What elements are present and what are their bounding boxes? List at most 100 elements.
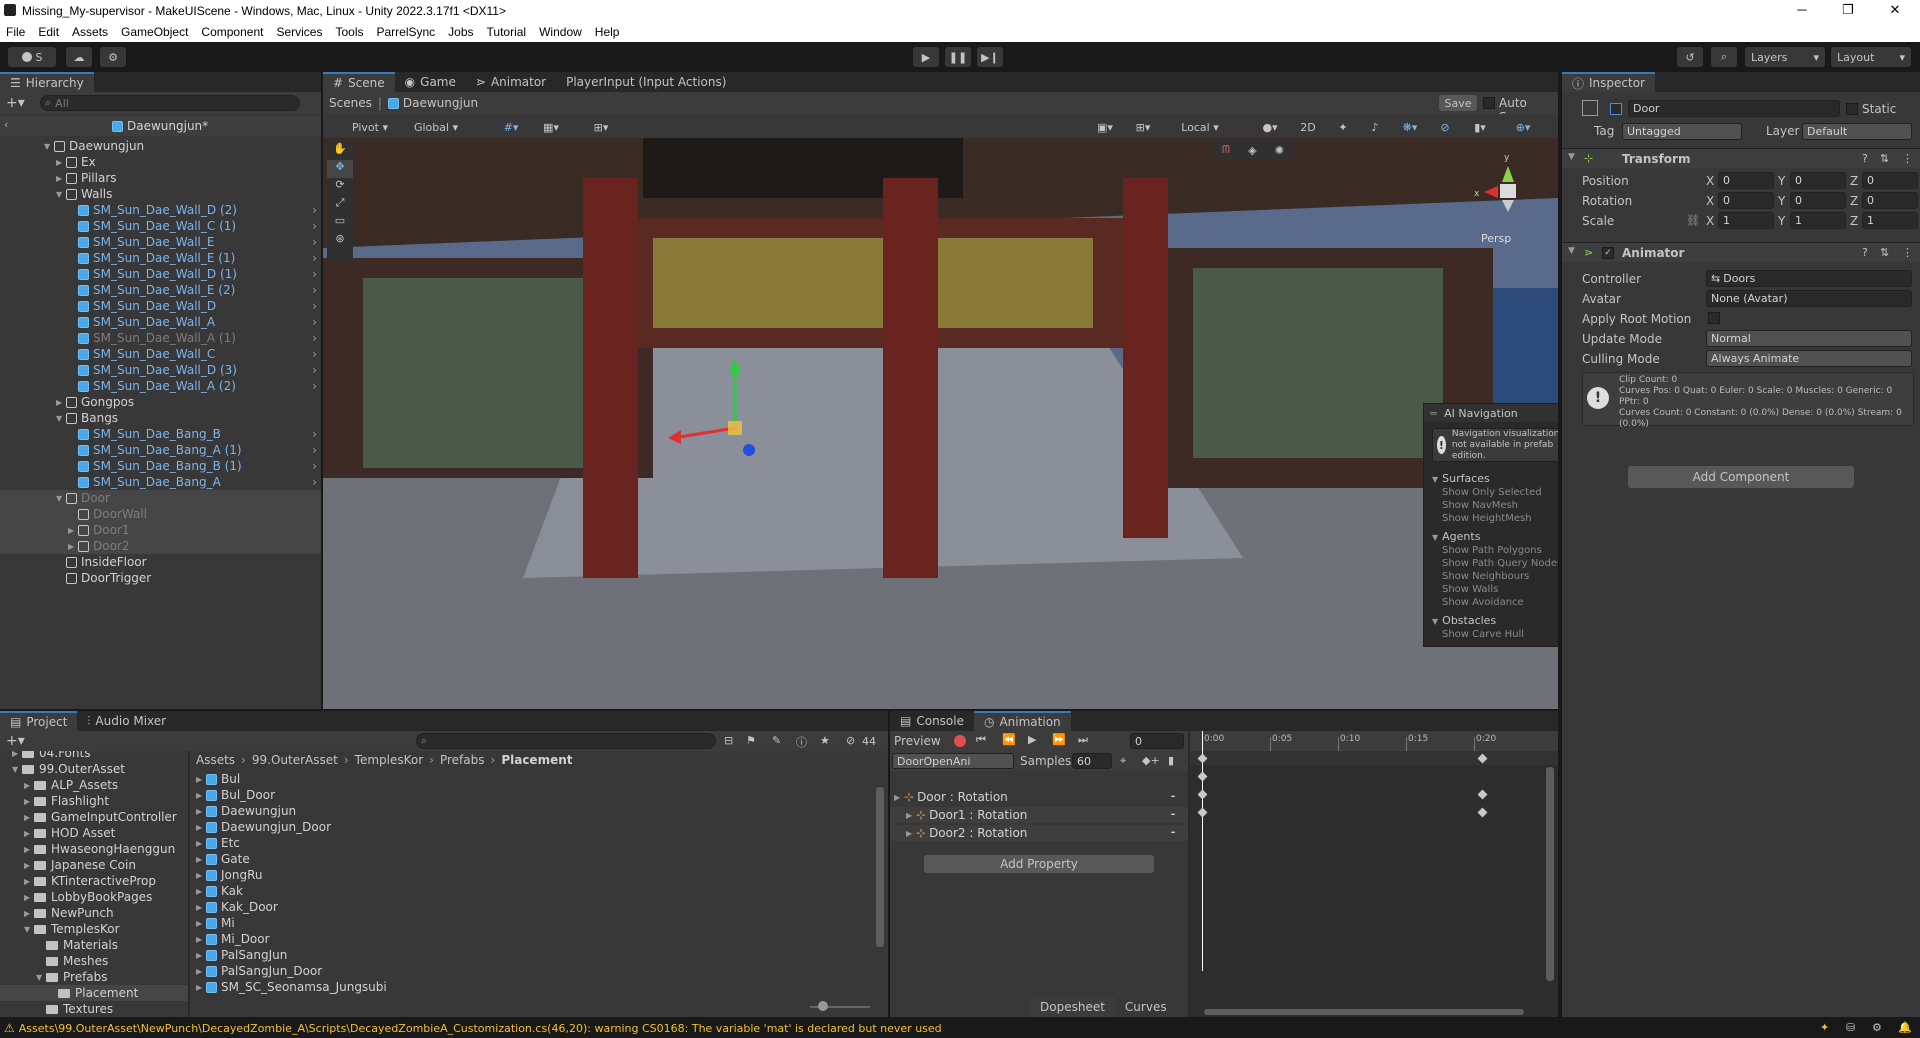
- fold-icon[interactable]: ▶: [196, 903, 206, 912]
- samples-field[interactable]: 60: [1072, 753, 1112, 769]
- move-tool-icon[interactable]: ✥: [327, 160, 353, 178]
- hierarchy-item[interactable]: ▶ Door1: [0, 522, 321, 538]
- nav-section-header[interactable]: ▼ Obstacles: [1424, 610, 1558, 629]
- transform-y-field[interactable]: 0: [1790, 172, 1846, 189]
- folder-item[interactable]: ▶ HOD Asset: [0, 825, 188, 841]
- fold-icon[interactable]: ▶: [196, 935, 206, 944]
- persp-label[interactable]: Persp: [1481, 232, 1511, 245]
- gizmo-tools-icon[interactable]: ⊞▾: [1126, 117, 1160, 137]
- culling-mode-dropdown[interactable]: Always Animate: [1706, 350, 1912, 367]
- rect-tool-icon[interactable]: ▭: [327, 214, 353, 232]
- save-button[interactable]: Save: [1439, 95, 1477, 111]
- nav-option-row[interactable]: Show Path Query Nodes: [1424, 558, 1558, 571]
- chevron-right-icon[interactable]: ›: [312, 443, 317, 457]
- increment-snap-icon[interactable]: ⊞▾: [583, 117, 619, 137]
- chevron-right-icon[interactable]: ›: [312, 347, 317, 361]
- menu-item-file[interactable]: File: [6, 25, 25, 39]
- fold-icon[interactable]: ▶: [56, 398, 66, 407]
- chevron-right-icon[interactable]: ›: [312, 235, 317, 249]
- hand-tool-icon[interactable]: ✋: [327, 142, 353, 160]
- animation-property-row[interactable]: ▶ ⊹ Door2 : Rotation ⁃: [890, 825, 1188, 841]
- fold-icon[interactable]: ▶: [196, 823, 206, 832]
- transform-z-field[interactable]: 1: [1862, 212, 1918, 229]
- nav-option-row[interactable]: Show Walls: [1424, 584, 1558, 597]
- hierarchy-item[interactable]: InsideFloor: [0, 554, 321, 570]
- timeline-h-scrollbar[interactable]: [1204, 1009, 1524, 1015]
- nav-option-row[interactable]: Show Neighbours: [1424, 571, 1558, 584]
- property-options-icon[interactable]: ⁃: [1170, 826, 1176, 840]
- tab-dopesheet[interactable]: Dopesheet: [1030, 997, 1115, 1017]
- animation-property-row[interactable]: ▶ ⊹ Door1 : Rotation ⁃: [890, 807, 1188, 823]
- transform-y-field[interactable]: 0: [1790, 192, 1846, 209]
- folder-item[interactable]: ▼ TemplesKor: [0, 921, 188, 937]
- transform-header[interactable]: ▼ ⊹ Transform ? ⇅ ⋮: [1562, 148, 1920, 168]
- folder-item[interactable]: ▼ Prefabs: [0, 969, 188, 985]
- asset-item[interactable]: ▶ Gate: [196, 851, 866, 867]
- fold-icon[interactable]: ▶: [56, 174, 66, 183]
- hierarchy-search-input[interactable]: ⌕ All: [40, 95, 300, 111]
- debug-mode-icon[interactable]: ⚙: [1872, 1021, 1882, 1034]
- play-icon[interactable]: ▶: [1028, 733, 1036, 746]
- hierarchy-item[interactable]: ▶ Door2: [0, 538, 321, 554]
- filter-label-icon[interactable]: ⚑: [746, 734, 756, 747]
- folder-item[interactable]: ▶ Japanese Coin: [0, 857, 188, 873]
- audio-icon[interactable]: ♪: [1361, 117, 1389, 137]
- frame-field[interactable]: 0: [1130, 733, 1184, 749]
- asset-item[interactable]: ▶ Daewungjun_Door: [196, 819, 866, 835]
- dopesheet-area[interactable]: 0:00 0:05 0:10 0:15 0:20: [1190, 731, 1558, 1017]
- asset-item[interactable]: ▶ Mi: [196, 915, 866, 931]
- add-icon[interactable]: +▾: [6, 95, 25, 111]
- fold-icon[interactable]: ▶: [68, 526, 78, 535]
- scale-tool-icon[interactable]: ⤢: [327, 196, 353, 214]
- chevron-right-icon[interactable]: ›: [312, 427, 317, 441]
- asset-item[interactable]: ▶ SM_SC_Seonamsa_Jungsubi: [196, 979, 866, 995]
- hierarchy-item[interactable]: ▼ Bangs: [0, 410, 321, 426]
- chevron-right-icon[interactable]: ›: [312, 331, 317, 345]
- animation-property-row[interactable]: ▶ ⊹ Door : Rotation ⁃: [890, 789, 1188, 805]
- hidden-objects-icon[interactable]: ⊘: [1431, 117, 1459, 137]
- close-button[interactable]: ✕: [1880, 2, 1910, 18]
- nav-option-row[interactable]: Show HeightMesh: [1424, 513, 1558, 526]
- tab-animation[interactable]: ◷ Animation: [973, 711, 1071, 731]
- fold-icon[interactable]: ▶: [24, 877, 34, 886]
- hierarchy-item[interactable]: ▶ Gongpos: [0, 394, 321, 410]
- asset-item[interactable]: ▶ PalSangJun: [196, 947, 866, 963]
- fold-icon[interactable]: ▼: [12, 765, 22, 774]
- chevron-right-icon[interactable]: ›: [312, 203, 317, 217]
- update-mode-dropdown[interactable]: Normal: [1706, 330, 1912, 347]
- nav-option-row[interactable]: Show Carve Hull: [1424, 629, 1558, 642]
- link-icon[interactable]: ⛓: [1686, 214, 1700, 227]
- asset-item[interactable]: ▶ PalSangJun_Door: [196, 963, 866, 979]
- hierarchy-item[interactable]: SM_Sun_Dae_Wall_E (1) ›: [0, 250, 321, 266]
- add-component-button[interactable]: Add Component: [1628, 466, 1854, 488]
- fold-icon[interactable]: ▶: [24, 909, 34, 918]
- timeline-ruler[interactable]: 0:00 0:05 0:10 0:15 0:20: [1190, 731, 1558, 751]
- menu-item-parrelsync[interactable]: ParrelSync: [376, 25, 435, 39]
- transform-z-field[interactable]: 0: [1862, 192, 1918, 209]
- transform-x-field[interactable]: 1: [1718, 212, 1774, 229]
- chevron-right-icon[interactable]: ›: [312, 459, 317, 473]
- tab-animator[interactable]: ⋗ Animator: [466, 72, 556, 92]
- chevron-right-icon[interactable]: ›: [312, 219, 317, 233]
- hierarchy-item[interactable]: SM_Sun_Dae_Bang_B (1) ›: [0, 458, 321, 474]
- pivot-dropdown[interactable]: Pivot ▾: [341, 117, 399, 137]
- root-motion-checkbox[interactable]: [1708, 312, 1720, 324]
- folder-item[interactable]: ▶ 04.Fonts: [0, 751, 188, 761]
- static-checkbox[interactable]: [1846, 103, 1858, 115]
- scenes-link[interactable]: Scenes: [329, 96, 372, 110]
- chevron-right-icon[interactable]: ›: [312, 315, 317, 329]
- scene-viewport[interactable]: ✋ ✥ ⟳ ⤢ ▭ ⊛ ᗰ ◈ ✺ y x Persp ═ AI Navigat…: [323, 138, 1558, 709]
- hierarchy-item[interactable]: SM_Sun_Dae_Wall_E (2) ›: [0, 282, 321, 298]
- preset-icon[interactable]: ⇅: [1880, 246, 1889, 259]
- back-icon[interactable]: ‹: [4, 118, 8, 131]
- keyframe[interactable]: [1197, 807, 1208, 818]
- 2d-toggle[interactable]: 2D: [1291, 117, 1325, 137]
- maximize-button[interactable]: ❐: [1833, 2, 1863, 18]
- fold-icon[interactable]: ▶: [196, 919, 206, 928]
- hierarchy-item[interactable]: ▼ Daewungjun: [0, 138, 321, 154]
- key-filter-icon[interactable]: ⌖: [1120, 754, 1126, 768]
- favorite-icon[interactable]: ★: [820, 734, 830, 747]
- asset-item[interactable]: ▶ Etc: [196, 835, 866, 851]
- object-name-field[interactable]: Door: [1628, 100, 1840, 117]
- lighting-icon[interactable]: ✦: [1329, 117, 1357, 137]
